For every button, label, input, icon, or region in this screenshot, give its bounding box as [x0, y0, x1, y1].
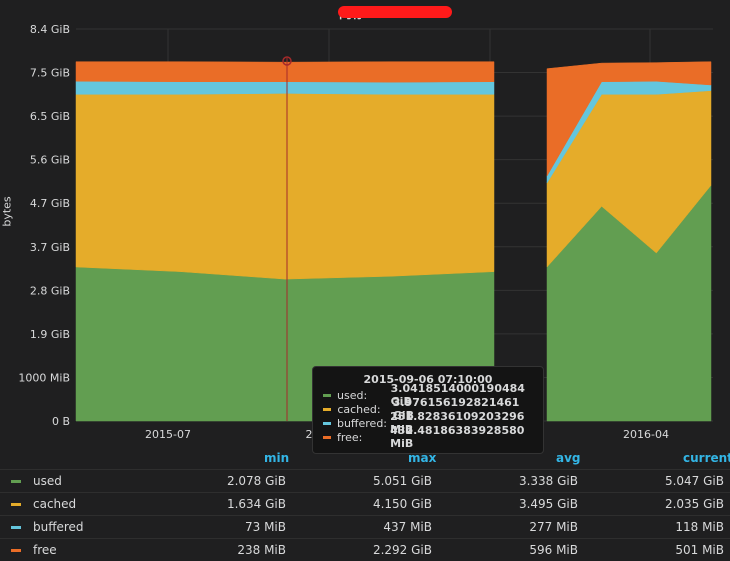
avg-header[interactable]: avg — [556, 451, 581, 465]
used-swatch — [11, 480, 21, 483]
avg-value: 277 MiB — [529, 520, 578, 534]
current-value: 5.047 GiB — [664, 474, 724, 488]
min-value: 73 MiB — [244, 520, 286, 534]
tooltip-name: buffered: — [336, 416, 388, 430]
buffered-swatch — [323, 421, 331, 425]
used-swatch — [323, 393, 332, 397]
legend-header: min max avg current — [0, 447, 730, 469]
min-value: 2.078 GiB — [226, 474, 286, 488]
legend-row-used[interactable]: used 2.078 GiB 5.051 GiB 3.338 GiB 5.047… — [0, 469, 730, 492]
y-tick-label: 2.8 GiB — [30, 284, 70, 297]
y-tick-label: 4.7 GiB — [30, 197, 70, 210]
legend-row-cached[interactable]: cached 1.634 GiB 4.150 GiB 3.495 GiB 2.0… — [0, 492, 730, 515]
legend-row-free[interactable]: free 238 MiB 2.292 GiB 596 MiB 501 MiB — [0, 538, 730, 561]
avg-value: 596 MiB — [529, 543, 578, 557]
y-tick-label: 1.9 GiB — [30, 328, 70, 341]
current-value: 118 MiB — [675, 520, 724, 534]
cached-swatch — [323, 407, 332, 411]
max-value: 4.150 GiB — [372, 497, 432, 511]
tooltip-name: free: — [336, 430, 363, 444]
current-value: 501 MiB — [675, 543, 724, 557]
buffered-swatch — [11, 526, 21, 529]
y-tick-label: 1000 MiB — [18, 371, 70, 384]
series-name[interactable]: cached — [33, 497, 76, 511]
legend-table: min max avg current used 2.078 GiB 5.051… — [0, 447, 730, 561]
tooltip-row-free: free: 432.48186383928580 MiB — [323, 424, 533, 450]
max-value: 2.292 GiB — [372, 543, 432, 557]
y-tick-label: 3.7 GiB — [30, 241, 70, 254]
y-tick-label: 5.6 GiB — [30, 154, 70, 167]
tooltip-name: used: — [337, 388, 368, 402]
avg-value: 3.338 GiB — [518, 474, 578, 488]
x-tick-label: 2015-07 — [145, 428, 191, 441]
area-cached-1 — [75, 93, 495, 280]
avg-value: 3.495 GiB — [518, 497, 578, 511]
series-name[interactable]: free — [33, 543, 57, 557]
legend-row-buffered[interactable]: buffered 73 MiB 437 MiB 277 MiB 118 MiB — [0, 515, 730, 538]
series-name[interactable]: buffered — [33, 520, 84, 534]
cached-swatch — [11, 503, 21, 506]
tooltip-name: cached: — [337, 402, 381, 416]
tooltip: 2015-09-06 07:10:00 used: 3.041851400019… — [312, 366, 544, 454]
free-swatch — [323, 435, 331, 439]
min-value: 238 MiB — [237, 543, 286, 557]
current-value: 2.035 GiB — [664, 497, 724, 511]
y-tick-label: 8.4 GiB — [30, 23, 70, 36]
max-value: 5.051 GiB — [372, 474, 432, 488]
max-value: 437 MiB — [383, 520, 432, 534]
series-name[interactable]: used — [33, 474, 62, 488]
x-tick-label: 2016-04 — [623, 428, 669, 441]
y-tick-label: 0 B — [52, 415, 70, 428]
y-tick-label: 7.5 GiB — [30, 67, 70, 80]
y-tick-label: 6.5 GiB — [30, 110, 70, 123]
min-header[interactable]: min — [264, 451, 289, 465]
free-swatch — [11, 549, 21, 552]
min-value: 1.634 GiB — [226, 497, 286, 511]
area-buffered-1 — [75, 81, 495, 95]
max-header[interactable]: max — [408, 451, 436, 465]
current-header[interactable]: current — [683, 451, 730, 465]
